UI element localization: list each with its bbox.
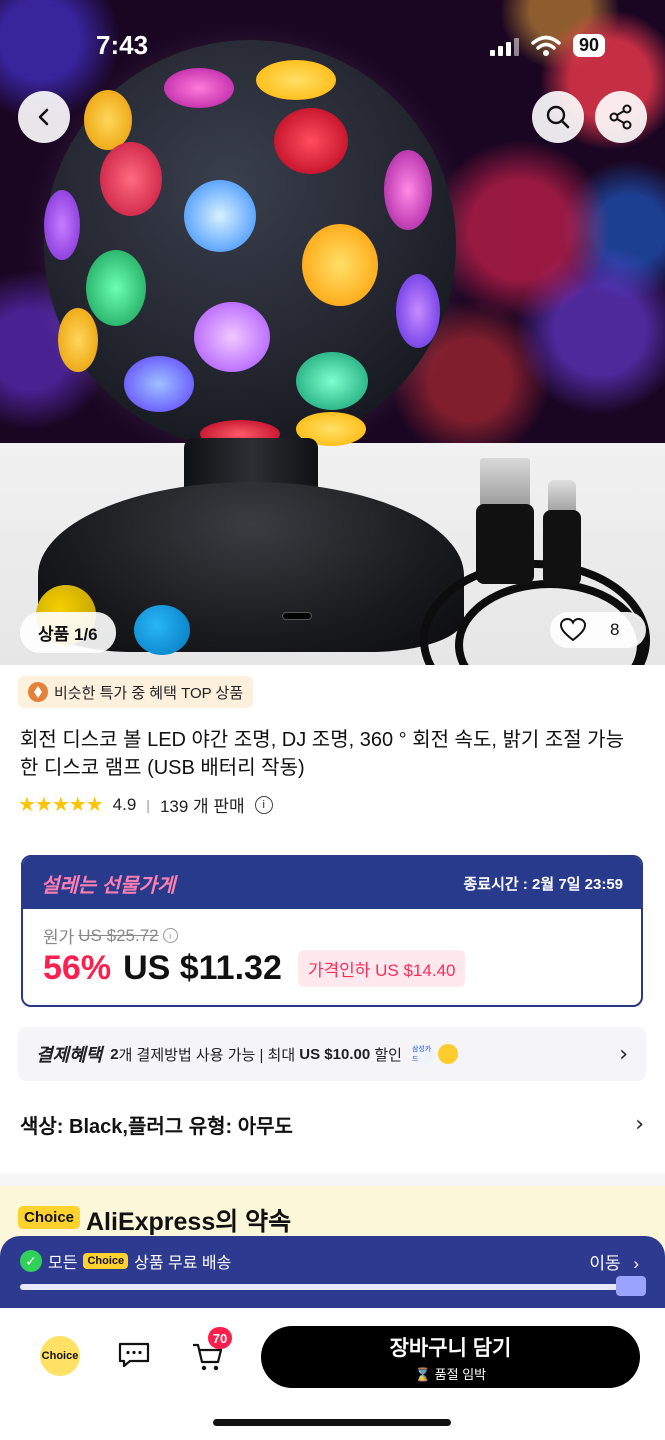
choice-button[interactable]: Choice: [40, 1336, 80, 1376]
cart-count-badge: 70: [208, 1327, 232, 1349]
usb-a-connector: [480, 458, 530, 508]
usb-c-connector: [548, 480, 576, 514]
battery-indicator: 90: [572, 34, 605, 57]
usb-port: [282, 612, 312, 620]
payment-benefits-row[interactable]: 결제혜택 2 개 결제방법 사용 가능 | 최대 US $10.00 할인 삼성…: [18, 1027, 646, 1081]
payment-text: 개 결제방법 사용 가능 | 최대: [118, 1046, 300, 1064]
share-button[interactable]: [595, 91, 647, 143]
share-icon: [609, 104, 632, 130]
hourglass-icon: ⌛: [414, 1366, 432, 1382]
search-button[interactable]: [532, 91, 584, 143]
wishlist-count: 8: [610, 620, 620, 639]
divider: |: [146, 796, 150, 813]
status-time: 7:43: [96, 30, 149, 60]
payment-text-suffix: 할인: [370, 1046, 402, 1064]
wishlist-button[interactable]: 8: [550, 612, 646, 648]
sold-count: 139 개 판매: [159, 797, 245, 816]
usb-a-body: [476, 504, 534, 584]
check-icon: ✓: [20, 1250, 42, 1272]
deal-brand: 설레는 선물가게: [41, 874, 176, 897]
usb-c-body: [543, 510, 581, 586]
back-button[interactable]: [18, 91, 70, 143]
shipping-progress: [20, 1284, 645, 1290]
original-price-label: 원가: [43, 928, 75, 947]
discount-percent: 56%: [43, 949, 112, 987]
free-shipping-text: ✓ 모든 Choice 상품 무료 배송: [20, 1249, 231, 1273]
option-selector[interactable]: 색상: Black,플러그 유형: 아무도 ›: [20, 1110, 644, 1139]
payment-benefits-title: 결제혜택: [36, 1045, 103, 1065]
status-icons: 90: [489, 34, 605, 57]
heart-icon: [560, 618, 586, 642]
deal-end-time: 종료시간 : 2월 7일 23:59: [463, 875, 623, 893]
shipping-prefix: 모든: [48, 1255, 78, 1272]
truck-icon: [616, 1276, 646, 1296]
chat-icon[interactable]: [118, 1342, 150, 1368]
price-row: 56% US $11.32 가격인하 US $14.40: [43, 949, 466, 988]
payment-max-discount: US $10.00: [299, 1045, 371, 1063]
deal-card[interactable]: 설레는 선물가게 종료시간 : 2월 7일 23:59 원가 US $25.72…: [21, 855, 643, 1007]
promo-badge-text: 비슷한 특가 중 혜택 TOP 상품: [54, 684, 244, 702]
stock-note-text: 품절 임박: [434, 1366, 487, 1382]
chevron-right-icon: ›: [619, 1041, 628, 1067]
disco-ball-image: [44, 40, 456, 450]
original-price: US $25.72: [78, 925, 159, 945]
promo-badge[interactable]: 비슷한 특가 중 혜택 TOP 상품: [18, 676, 254, 708]
wifi-icon: [531, 35, 561, 56]
shipping-suffix: 상품 무료 배송: [134, 1255, 232, 1272]
move-link-label: 이동: [589, 1254, 621, 1273]
info-icon[interactable]: i: [162, 928, 178, 943]
promo-icon: [28, 682, 48, 702]
rating-value: 4.9: [112, 794, 137, 814]
selected-options: 색상: Black,플러그 유형: 아무도: [20, 1116, 293, 1138]
product-title: 회전 디스코 볼 LED 야간 조명, DJ 조명, 360 ° 회전 속도, …: [20, 729, 624, 779]
signal-icon: [489, 36, 519, 56]
deal-header: 설레는 선물가게 종료시간 : 2월 7일 23:59: [23, 857, 641, 909]
stock-note: ⌛ 품절 임박: [415, 1364, 486, 1383]
price-drop-badge: 가격인하 US $14.40: [297, 950, 466, 987]
add-to-cart-button[interactable]: 장바구니 담기 ⌛ 품절 임박: [261, 1326, 640, 1388]
search-icon: [546, 105, 570, 129]
card-brand-icon: 삼성카드: [411, 1043, 434, 1065]
info-icon[interactable]: i: [254, 795, 273, 814]
choice-tag: Choice: [18, 1206, 81, 1229]
move-link[interactable]: 이동 ›: [589, 1249, 639, 1274]
payment-method-count: 2: [110, 1045, 119, 1063]
add-to-cart-label: 장바구니 담기: [389, 1336, 512, 1360]
promise-title: AliExpress의 약속: [86, 1208, 292, 1236]
original-price-row: 원가 US $25.72 i: [43, 923, 178, 948]
chevron-left-icon: [38, 108, 49, 126]
shipping-progress-fill: [20, 1284, 627, 1290]
blue-knob: [134, 605, 190, 655]
sale-price: US $11.32: [123, 949, 282, 987]
medal-icon: [437, 1044, 458, 1064]
star-rating-icon: ★★★★★: [18, 794, 104, 816]
choice-mini-tag: Choice: [83, 1253, 129, 1269]
chevron-right-icon: ›: [635, 1112, 644, 1137]
home-indicator: [213, 1419, 451, 1426]
rating-row[interactable]: ★★★★★ 4.9 | 139 개 판매 i: [18, 792, 273, 817]
section-divider: [0, 1174, 665, 1186]
chevron-right-icon: ›: [633, 1254, 639, 1273]
image-counter: 상품 1/6: [20, 612, 116, 653]
